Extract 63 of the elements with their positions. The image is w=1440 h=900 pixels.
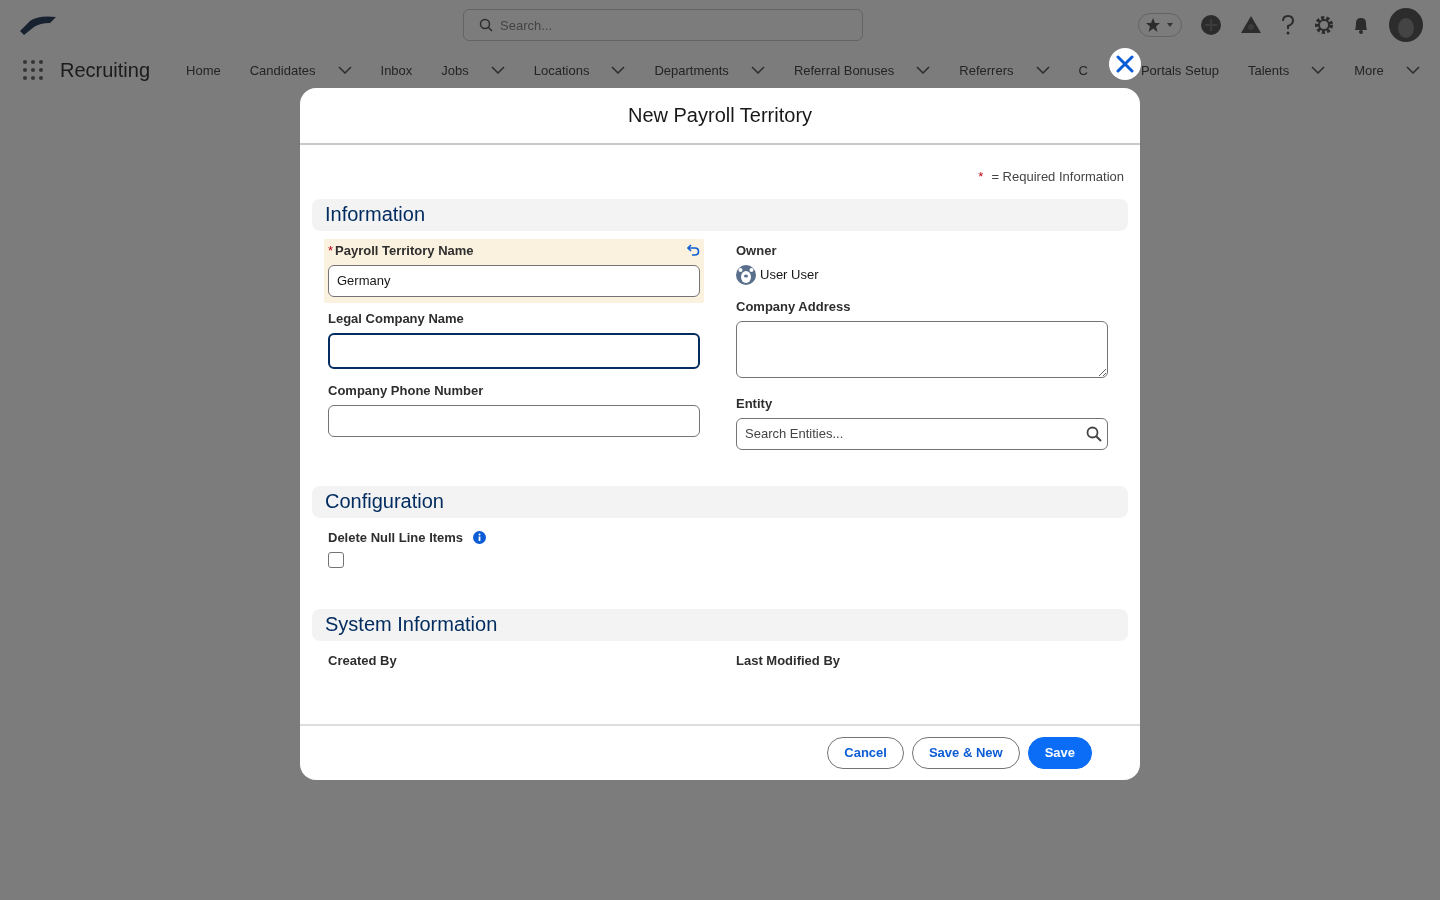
search-icon	[1086, 426, 1102, 442]
textarea-field[interactable]	[736, 321, 1108, 378]
save-button[interactable]: Save	[1027, 737, 1092, 769]
chevron-down-icon[interactable]	[750, 66, 765, 74]
chevron-down-icon[interactable]	[916, 66, 931, 74]
footer-button[interactable]: Cancel	[827, 737, 904, 769]
undo-icon[interactable]	[686, 244, 700, 258]
field-label: Created By	[328, 653, 397, 669]
field-label: Company Phone Number	[328, 383, 484, 399]
nav-tab[interactable]: Referrers	[959, 62, 1014, 78]
close-button[interactable]	[1109, 48, 1141, 80]
star-icon	[1145, 17, 1161, 33]
app-name: Recruiting	[60, 58, 151, 82]
field-label: Legal Company Name	[328, 311, 464, 327]
info-icon[interactable]	[473, 531, 487, 545]
chevron-down-icon[interactable]	[1311, 66, 1326, 74]
triangle-icon[interactable]	[1240, 14, 1262, 36]
required-note: = Required Information	[991, 169, 1124, 184]
modal-title: New Payroll Territory	[627, 104, 813, 127]
nav-tab[interactable]: Departments	[654, 62, 729, 78]
lookup-search-field[interactable]: Search Entities...	[736, 418, 1108, 450]
chevron-down-icon[interactable]	[337, 66, 352, 74]
help-icon[interactable]	[1280, 14, 1296, 36]
chevron-down-icon[interactable]	[490, 66, 505, 74]
field-label: Owner	[736, 243, 777, 259]
required-asterisk: *	[328, 243, 334, 259]
nav-tab[interactable]: Jobs	[441, 62, 469, 78]
add-icon[interactable]	[1200, 14, 1222, 36]
required-asterisk: *	[978, 169, 984, 184]
nav-tab[interactable]: Inbox	[380, 62, 413, 78]
bell-icon[interactable]	[1352, 15, 1370, 35]
field-label: Company Address	[736, 299, 851, 315]
nav-tab[interactable]: Portals Setup	[1140, 62, 1219, 78]
nav-tab[interactable]: More	[1354, 62, 1384, 78]
chevron-down-icon[interactable]	[1035, 66, 1050, 74]
nav-tab[interactable]: C	[1078, 62, 1088, 78]
footer-button[interactable]: Save & New	[911, 737, 1020, 769]
nav-tab[interactable]: Candidates	[249, 62, 316, 78]
app-launcher-icon[interactable]	[22, 59, 44, 81]
search-field[interactable]: Search...	[463, 9, 863, 41]
field-label: Delete Null Line Items	[328, 530, 464, 546]
field-label: Last Modified By	[736, 653, 840, 669]
user-avatar-icon	[736, 265, 756, 285]
input-field[interactable]: Germany	[328, 265, 700, 297]
chevron-down-icon[interactable]	[611, 66, 626, 74]
field-label: Entity	[736, 396, 773, 412]
nav-tab[interactable]: Home	[186, 62, 221, 78]
input-field[interactable]	[328, 405, 700, 437]
close-icon	[1116, 55, 1134, 73]
section-header[interactable]: Configuration	[312, 486, 1128, 518]
chevron-down-icon[interactable]	[1405, 66, 1420, 74]
settings-icon[interactable]	[1314, 15, 1334, 35]
section-header[interactable]: Information	[312, 199, 1128, 231]
section-header[interactable]: System Information	[312, 609, 1128, 641]
checkbox[interactable]	[328, 552, 344, 568]
input-field[interactable]	[328, 333, 700, 369]
nav-tab[interactable]: Locations	[533, 62, 590, 78]
nav-tab[interactable]: Talents	[1247, 62, 1290, 78]
avatar-icon[interactable]	[1388, 7, 1424, 43]
nav-tab[interactable]: Referral Bonuses	[793, 62, 895, 78]
search-icon	[479, 18, 493, 32]
field-label: Payroll Territory Name	[335, 243, 474, 259]
owner-name[interactable]: User User	[760, 267, 819, 283]
